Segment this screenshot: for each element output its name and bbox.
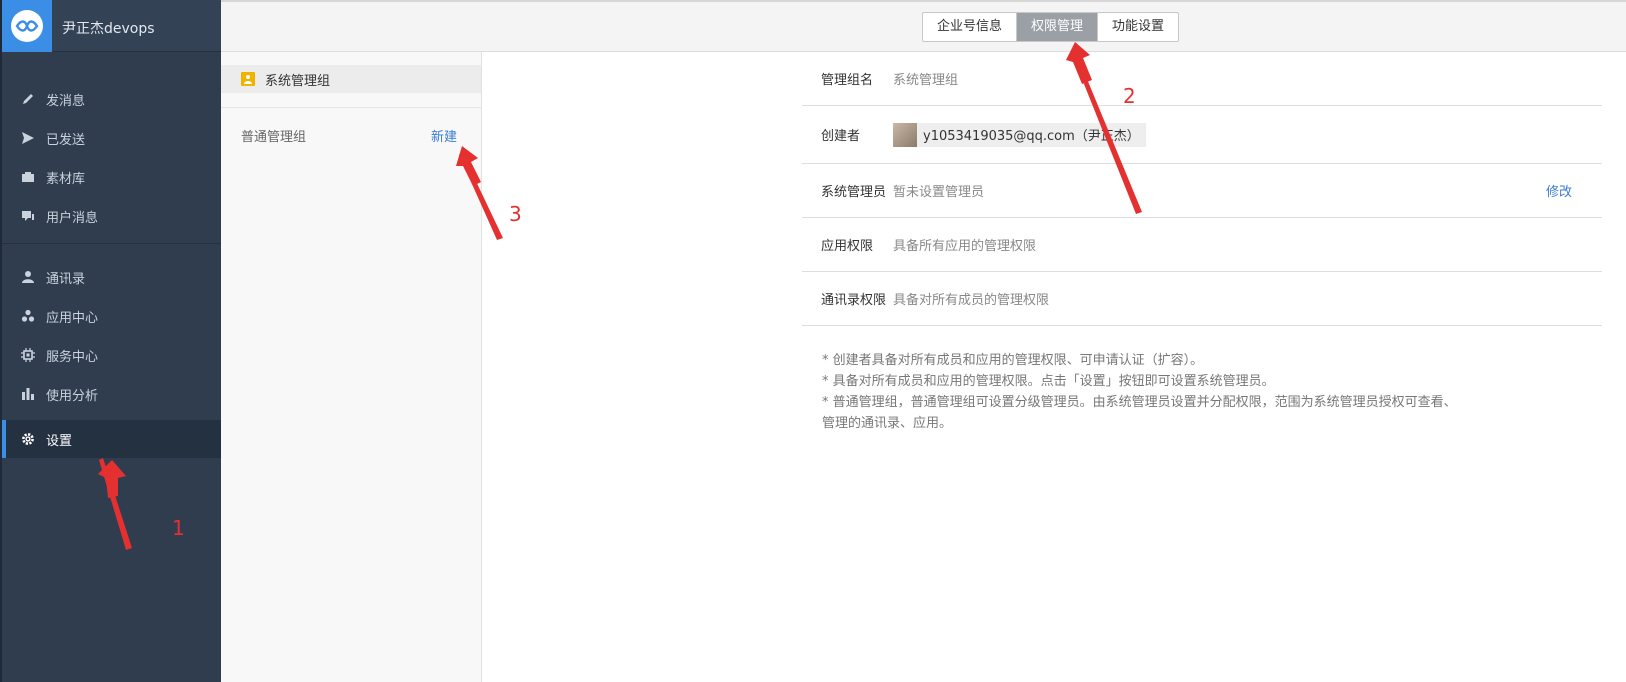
briefcase-icon xyxy=(20,169,36,185)
pencil-icon xyxy=(20,91,36,107)
note-line: * 创建者具备对所有成员和应用的管理权限、可申请认证（扩容）。 xyxy=(822,353,1204,368)
normal-group-label: 普通管理组 xyxy=(241,130,307,145)
annotation-number-1: 1 xyxy=(172,516,185,540)
detail-value: 暂未设置管理员 xyxy=(893,185,985,200)
group-divider xyxy=(221,107,481,108)
top-tabs: 企业号信息 权限管理 功能设置 xyxy=(922,12,1180,42)
group-item-system[interactable]: 系统管理组 xyxy=(221,65,481,93)
new-group-link[interactable]: 新建 xyxy=(431,126,457,145)
gear-icon xyxy=(20,431,36,447)
detail-label: 系统管理员 xyxy=(821,185,887,200)
brand-name: 尹正杰devops xyxy=(62,21,155,37)
sidebar-item-label: 应用中心 xyxy=(46,310,99,326)
person-icon xyxy=(20,269,36,285)
detail-row-app-permission: 应用权限 具备所有应用的管理权限 xyxy=(802,218,1602,272)
sidebar-item-usage-analysis[interactable]: 使用分析 xyxy=(2,375,221,413)
sidebar-divider xyxy=(2,243,221,244)
tab-feature-settings[interactable]: 功能设置 xyxy=(1098,13,1178,41)
sidebar-item-app-center[interactable]: 应用中心 xyxy=(2,297,221,335)
detail-value: 系统管理组 xyxy=(893,73,959,88)
group-detail: 管理组名 系统管理组 创建者 y1053419035@qq.com（尹正杰） 系… xyxy=(802,52,1602,326)
sidebar-item-label: 设置 xyxy=(46,433,73,449)
detail-row-contacts-permission: 通讯录权限 具备对所有成员的管理权限 xyxy=(802,272,1602,326)
tab-enterprise-info[interactable]: 企业号信息 xyxy=(923,13,1018,41)
permission-notes: * 创建者具备对所有成员和应用的管理权限、可申请认证（扩容）。 * 具备对所有成… xyxy=(822,350,1462,434)
detail-value: 具备所有应用的管理权限 xyxy=(893,239,1037,254)
sidebar-item-label: 发消息 xyxy=(46,93,86,109)
detail-label: 管理组名 xyxy=(821,73,874,88)
group-item-label: 系统管理组 xyxy=(265,73,331,89)
annotation-number-3: 3 xyxy=(509,202,522,226)
chat-icon xyxy=(20,208,36,224)
chip-icon xyxy=(20,347,36,363)
avatar xyxy=(893,122,917,147)
apps-icon xyxy=(20,308,36,324)
sidebar-item-service-center[interactable]: 服务中心 xyxy=(2,336,221,374)
detail-row-group-name: 管理组名 系统管理组 xyxy=(802,52,1602,106)
sidebar-item-settings[interactable]: 设置 xyxy=(2,420,221,458)
detail-label: 创建者 xyxy=(821,129,861,144)
sidebar-item-label: 素材库 xyxy=(46,171,86,187)
send-icon xyxy=(20,130,36,146)
sidebar-item-label: 使用分析 xyxy=(46,388,99,404)
sidebar-item-sent[interactable]: 已发送 xyxy=(2,119,221,157)
tab-permission-management[interactable]: 权限管理 xyxy=(1017,13,1099,41)
logo-icon[interactable] xyxy=(2,0,52,52)
sidebar-item-label: 通讯录 xyxy=(46,271,86,287)
sidebar-item-label: 服务中心 xyxy=(46,349,99,365)
creator-value: y1053419035@qq.com（尹正杰） xyxy=(923,129,1140,144)
sidebar-item-materials[interactable]: 素材库 xyxy=(2,158,221,196)
detail-label: 应用权限 xyxy=(821,239,874,254)
bar-chart-icon xyxy=(20,386,36,402)
sidebar-item-label: 用户消息 xyxy=(46,210,99,226)
sidebar: 尹正杰devops 发消息 已发送 素材库 用户消息 通讯录 应用中心 服务中心… xyxy=(0,0,221,682)
detail-label: 通讯录权限 xyxy=(821,293,887,308)
creator-chip: y1053419035@qq.com（尹正杰） xyxy=(893,122,1146,147)
sidebar-item-user-messages[interactable]: 用户消息 xyxy=(2,197,221,235)
note-line: * 具备对所有成员和应用的管理权限。点击「设置」按钮即可设置系统管理员。 xyxy=(822,374,1275,389)
admin-group-icon xyxy=(241,72,255,86)
annotation-number-2: 2 xyxy=(1123,84,1136,108)
top-bar: 企业号信息 权限管理 功能设置 xyxy=(221,0,1626,52)
group-panel: 系统管理组 普通管理组 新建 xyxy=(221,52,482,682)
sidebar-item-label: 已发送 xyxy=(46,132,86,148)
detail-row-system-admin: 系统管理员 暂未设置管理员 修改 xyxy=(802,164,1602,218)
brand-bar: 尹正杰devops xyxy=(2,0,221,52)
detail-value: 具备对所有成员的管理权限 xyxy=(893,293,1050,308)
detail-row-creator: 创建者 y1053419035@qq.com（尹正杰） xyxy=(802,106,1602,164)
sidebar-item-send-message[interactable]: 发消息 xyxy=(2,80,221,118)
note-line: * 普通管理组，普通管理组可设置分级管理员。由系统管理员设置并分配权限，范围为系… xyxy=(822,395,1457,431)
sidebar-item-contacts[interactable]: 通讯录 xyxy=(2,258,221,296)
edit-admin-link[interactable]: 修改 xyxy=(1546,181,1572,200)
